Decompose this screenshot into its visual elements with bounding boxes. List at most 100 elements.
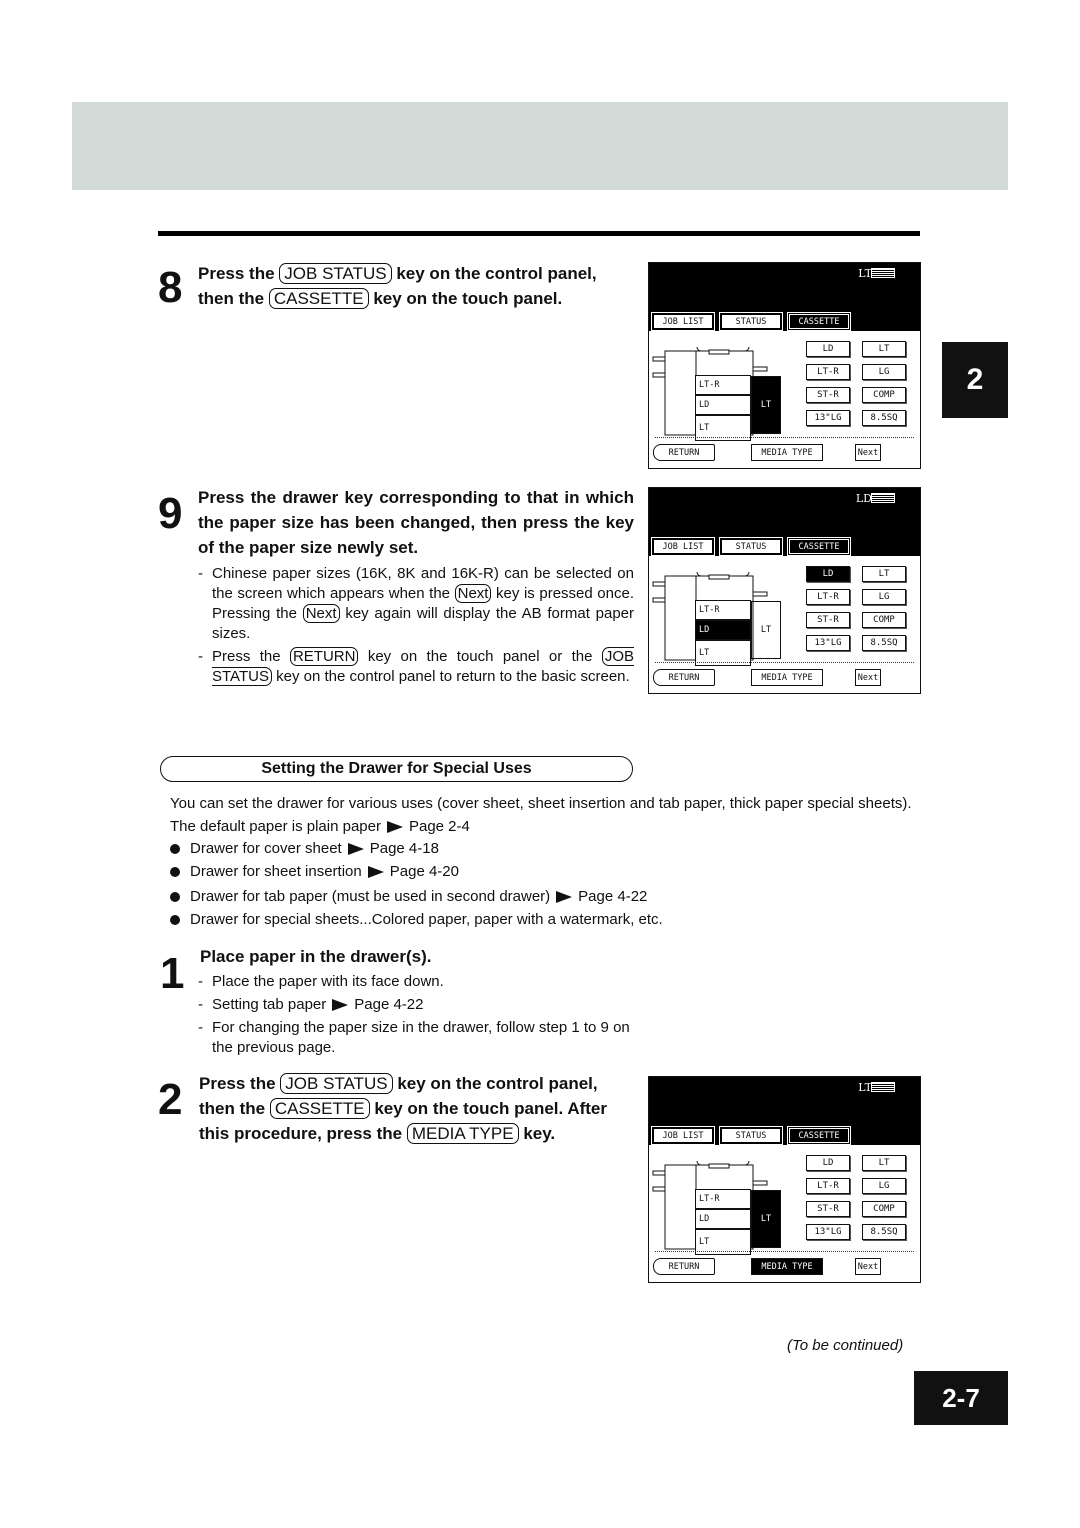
size-button[interactable]: 13"LG	[806, 410, 850, 426]
return-button[interactable]: RETURN	[653, 444, 715, 461]
size-button[interactable]: ST-R	[806, 1201, 850, 1217]
size-button[interactable]: ST-R	[806, 612, 850, 628]
key-return: RETURN	[289, 647, 359, 666]
size-button[interactable]: LT	[862, 341, 906, 357]
to-be-continued: (To be continued)	[787, 1337, 904, 1354]
bypass-drawer[interactable]: LT	[751, 376, 781, 434]
paper-stack-icon	[871, 268, 895, 278]
tab-job-list[interactable]: JOB LIST	[651, 312, 715, 331]
drawer-ld[interactable]: LD	[695, 620, 751, 640]
tab-status[interactable]: STATUS	[719, 312, 783, 331]
arrow-icon	[367, 866, 384, 879]
key-cassette: CASSETTE	[269, 1098, 370, 1119]
page-ref: Page 4-22	[578, 888, 648, 905]
page-number: 2-7	[914, 1371, 1008, 1425]
key-next: Next	[454, 584, 492, 603]
size-button[interactable]: LD	[806, 1155, 850, 1171]
size-button[interactable]: COMP	[862, 387, 906, 403]
drawer-lt-r[interactable]: LT-R	[695, 600, 751, 620]
drawer-lt-r[interactable]: LT-R	[695, 1189, 751, 1209]
text: key on the touch panel.	[373, 289, 563, 308]
page-ref: Page 4-22	[354, 996, 424, 1013]
next-button[interactable]: Next	[855, 669, 881, 686]
tab-cassette[interactable]: CASSETTE	[787, 312, 851, 331]
return-button[interactable]: RETURN	[653, 1258, 715, 1275]
page-ref: Page 4-18	[369, 840, 439, 857]
text: Drawer for sheet insertion	[190, 863, 362, 880]
text: key on the touch panel or the	[367, 648, 593, 665]
chapter-tab: 2	[942, 342, 1008, 418]
arrow-icon	[347, 843, 364, 856]
next-button[interactable]: Next	[855, 444, 881, 461]
step-number: 9	[158, 489, 183, 538]
touch-panel-screenshot: LT JOB LIST STATUS CASSETTE LT-R LD LT LT LD LT L…	[648, 1076, 921, 1283]
size-button[interactable]: 13"LG	[806, 1224, 850, 1240]
media-type-button[interactable]: MEDIA TYPE	[751, 444, 823, 461]
text: key on the control panel,	[397, 1074, 598, 1093]
text: key.	[523, 1124, 556, 1143]
key-job-status: JOB STATUS	[280, 1073, 393, 1094]
section-intro: You can set the drawer for various uses …	[170, 792, 920, 838]
touch-panel-screenshot: LT JOB LIST STATUS CASSETTE LT-R LD LT LT LD LT L…	[648, 262, 921, 469]
tab-job-list[interactable]: JOB LIST	[651, 1126, 715, 1145]
drawer-lt-r[interactable]: LT-R	[695, 375, 751, 395]
note: For changing the paper size in the drawe…	[198, 1018, 638, 1058]
key-job-status: JOB STATUS	[279, 263, 392, 284]
key-cassette: CASSETTE	[268, 288, 369, 309]
tab-cassette[interactable]: CASSETTE	[787, 537, 851, 556]
note: Setting tab paper Page 4-22	[198, 995, 638, 1015]
size-button[interactable]: 8.5SQ	[862, 635, 906, 651]
drawer-ld[interactable]: LD	[695, 1209, 751, 1229]
divider	[655, 662, 914, 663]
text: Drawer for cover sheet	[190, 840, 342, 857]
size-button[interactable]: LT	[862, 1155, 906, 1171]
text: You can set the drawer for various uses …	[170, 795, 912, 835]
media-type-button[interactable]: MEDIA TYPE	[751, 669, 823, 686]
tab-status[interactable]: STATUS	[719, 1126, 783, 1145]
paper-stack-icon	[871, 1082, 895, 1092]
arrow-icon	[556, 891, 573, 904]
text: Setting tab paper	[212, 996, 327, 1013]
size-button[interactable]: LG	[862, 364, 906, 380]
size-button[interactable]: LG	[862, 589, 906, 605]
text: Drawer for special sheets...Colored pape…	[190, 911, 663, 928]
size-button[interactable]: LD	[806, 566, 850, 582]
size-button[interactable]: 8.5SQ	[862, 410, 906, 426]
drawer-ld[interactable]: LD	[695, 395, 751, 415]
step-9-heading: Press the drawer key corresponding to th…	[198, 488, 634, 557]
size-button[interactable]: LT	[862, 566, 906, 582]
text: this procedure, press the	[199, 1124, 403, 1143]
media-type-button[interactable]: MEDIA TYPE	[751, 1258, 823, 1275]
step-1-heading: Place paper in the drawer(s).	[200, 947, 432, 966]
step-number: 1	[160, 949, 185, 998]
tab-job-list[interactable]: JOB LIST	[651, 537, 715, 556]
bullet-list: Drawer for cover sheet Page 4-18 Drawer f…	[168, 837, 918, 931]
page-ref: Page 2-4	[408, 818, 470, 835]
return-button[interactable]: RETURN	[653, 669, 715, 686]
step-number: 8	[158, 263, 183, 312]
size-button[interactable]: LD	[806, 341, 850, 357]
current-paper-size: LT	[858, 1081, 872, 1094]
paper-stack-icon	[871, 493, 895, 503]
size-button[interactable]: 8.5SQ	[862, 1224, 906, 1240]
size-button[interactable]: LT-R	[806, 364, 850, 380]
next-button[interactable]: Next	[855, 1258, 881, 1275]
size-button[interactable]: ST-R	[806, 387, 850, 403]
size-button[interactable]: COMP	[862, 612, 906, 628]
size-button[interactable]: LT-R	[806, 589, 850, 605]
step-1-notes: Place the paper with its face down. Sett…	[198, 972, 638, 1058]
page-ref: Page 4-20	[389, 863, 459, 880]
arrow-icon	[332, 999, 349, 1012]
text: Press the	[199, 1074, 276, 1093]
tab-status[interactable]: STATUS	[719, 537, 783, 556]
bypass-drawer[interactable]: LT	[751, 1190, 781, 1248]
tab-cassette[interactable]: CASSETTE	[787, 1126, 851, 1145]
size-button[interactable]: LT-R	[806, 1178, 850, 1194]
note: Press the RETURN key on the touch panel …	[198, 647, 635, 687]
size-button[interactable]: LG	[862, 1178, 906, 1194]
bypass-drawer[interactable]: LT	[751, 601, 781, 659]
step-2-heading: Press the JOB STATUS key on the control …	[199, 1071, 639, 1146]
text: Drawer for tab paper (must be used in se…	[190, 888, 551, 905]
size-button[interactable]: 13"LG	[806, 635, 850, 651]
size-button[interactable]: COMP	[862, 1201, 906, 1217]
